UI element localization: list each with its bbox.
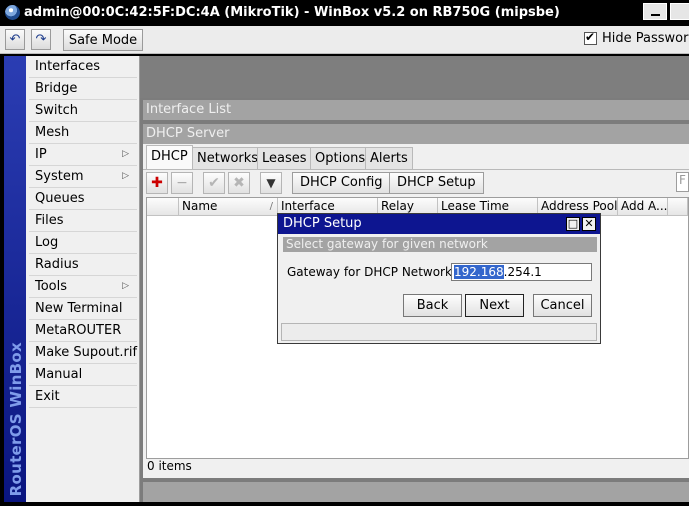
menu-item-label: Queues [35,191,85,206]
menu-item-label: Files [35,213,64,228]
redo-icon: ↷ [35,32,47,47]
brand-text: RouterOS WinBox [7,341,25,496]
submenu-arrow-icon: ▷ [122,171,129,181]
safe-mode-button[interactable]: Safe Mode [63,29,143,51]
maximize-button[interactable] [670,3,689,20]
window-title: admin@00:0C:42:5F:DC:4A (MikroTik) - Win… [24,5,560,20]
cancel-button[interactable]: Cancel [533,294,592,317]
tab-leases[interactable]: Leases [257,147,312,169]
menu-item-label: Radius [35,257,79,272]
menu-item-label: Log [35,235,59,250]
column-header-name[interactable]: Name / [179,198,278,216]
submenu-arrow-icon: ▷ [122,149,129,159]
dhcp-server-window-title[interactable]: DHCP Server [143,124,689,144]
interface-list-window-title[interactable]: Interface List [143,100,689,120]
minimize-button[interactable] [643,3,667,20]
column-header-marker [147,198,179,216]
close-icon[interactable]: ✕ [582,217,596,231]
dialog-status-bar [281,323,597,341]
tab-networks[interactable]: Networks [192,147,264,169]
column-header-add-arp[interactable]: Add A... [618,198,668,216]
menu-item-label: Manual [35,367,83,382]
item-count: 0 items [147,459,192,473]
dhcp-config-button[interactable]: DHCP Config [292,172,391,194]
remove-button[interactable]: − [171,172,193,194]
find-input[interactable]: F [676,172,689,192]
menu-item-metarouter[interactable]: MetaROUTER [29,320,137,342]
menu-item-label: Interfaces [35,59,100,74]
tab-dhcp[interactable]: DHCP [146,145,193,169]
remove-icon: − [176,175,188,191]
menu-item-files[interactable]: Files [29,210,137,232]
menu-item-label: New Terminal [35,301,123,316]
menu-item-radius[interactable]: Radius [29,254,137,276]
title-bar: admin@00:0C:42:5F:DC:4A (MikroTik) - Win… [0,0,689,26]
menu-item-label: Tools [35,279,68,294]
menu-item-log[interactable]: Log [29,232,137,254]
menu-item-label: System [35,169,84,184]
add-icon: ✚ [151,175,163,191]
menu-item-manual[interactable]: Manual [29,364,137,386]
winbox-app-icon [5,5,20,20]
gateway-rest-text: .254.1 [503,265,542,279]
main-toolbar: ↶ ↷ Safe Mode Hide Passwords [0,26,689,54]
redo-button[interactable]: ↷ [31,29,51,50]
menu-item-label: Mesh [35,125,70,140]
undo-button[interactable]: ↶ [5,29,25,50]
workspace-top-band [140,56,689,98]
dialog-title-bar[interactable]: DHCP Setup □ ✕ [278,214,600,234]
column-header-filler [668,198,688,216]
submenu-arrow-icon: ▷ [122,281,129,291]
tab-divider [143,169,689,170]
filter-button[interactable]: ▼ [260,172,282,194]
brand-strip: RouterOS WinBox [4,56,26,502]
column-name-label: Name [182,199,218,213]
menu-item-label: Bridge [35,81,78,96]
menu-item-system[interactable]: System ▷ [29,166,137,188]
menu-item-label: Switch [35,103,78,118]
tab-alerts[interactable]: Alerts [365,147,413,169]
check-icon: ✔ [208,175,220,191]
menu-item-ip[interactable]: IP ▷ [29,144,137,166]
dialog-subtitle: Select gateway for given network [283,237,597,252]
menu-item-mesh[interactable]: Mesh [29,122,137,144]
menu-item-new-terminal[interactable]: New Terminal [29,298,137,320]
menu-item-tools[interactable]: Tools ▷ [29,276,137,298]
undo-icon: ↶ [9,32,21,47]
disable-button[interactable]: ✖ [228,172,250,194]
restore-icon[interactable]: □ [566,217,580,231]
add-button[interactable]: ✚ [146,172,168,194]
dialog-title: DHCP Setup [283,216,362,231]
hide-passwords-label: Hide Passwords [602,31,689,46]
back-button[interactable]: Back [403,294,462,317]
gateway-selected-text: 192.168 [454,265,504,279]
hide-passwords-checkbox[interactable]: Hide Passwords [584,30,689,46]
checkbox-checked-icon[interactable] [584,30,597,45]
menu-item-label: Make Supout.rif [35,345,138,360]
dhcp-setup-dialog: DHCP Setup □ ✕ Select gateway for given … [277,213,601,344]
menu-item-bridge[interactable]: Bridge [29,78,137,100]
menu-item-exit[interactable]: Exit [29,386,137,408]
menu-item-interfaces[interactable]: Interfaces [29,56,137,78]
menu-item-label: IP [35,147,47,162]
menu-item-make-supout-rif[interactable]: Make Supout.rif [29,342,137,364]
sort-indicator-icon: / [269,201,273,212]
enable-button[interactable]: ✔ [203,172,225,194]
dhcp-setup-button[interactable]: DHCP Setup [389,172,484,194]
main-menu: Interfaces Bridge Switch Mesh IP ▷ System ▷ Queu… [26,56,140,502]
menu-item-label: MetaROUTER [35,323,122,338]
filter-icon: ▼ [266,176,276,190]
gateway-input[interactable]: 192.168.254.1 [451,263,592,281]
tab-options[interactable]: Options [310,147,371,169]
cross-icon: ✖ [233,175,245,191]
minimized-window-bar[interactable] [143,482,689,502]
menu-item-queues[interactable]: Queues [29,188,137,210]
gateway-label: Gateway for DHCP Network: [287,265,456,279]
menu-item-label: Exit [35,389,60,404]
next-button[interactable]: Next [465,294,524,317]
menu-item-switch[interactable]: Switch [29,100,137,122]
